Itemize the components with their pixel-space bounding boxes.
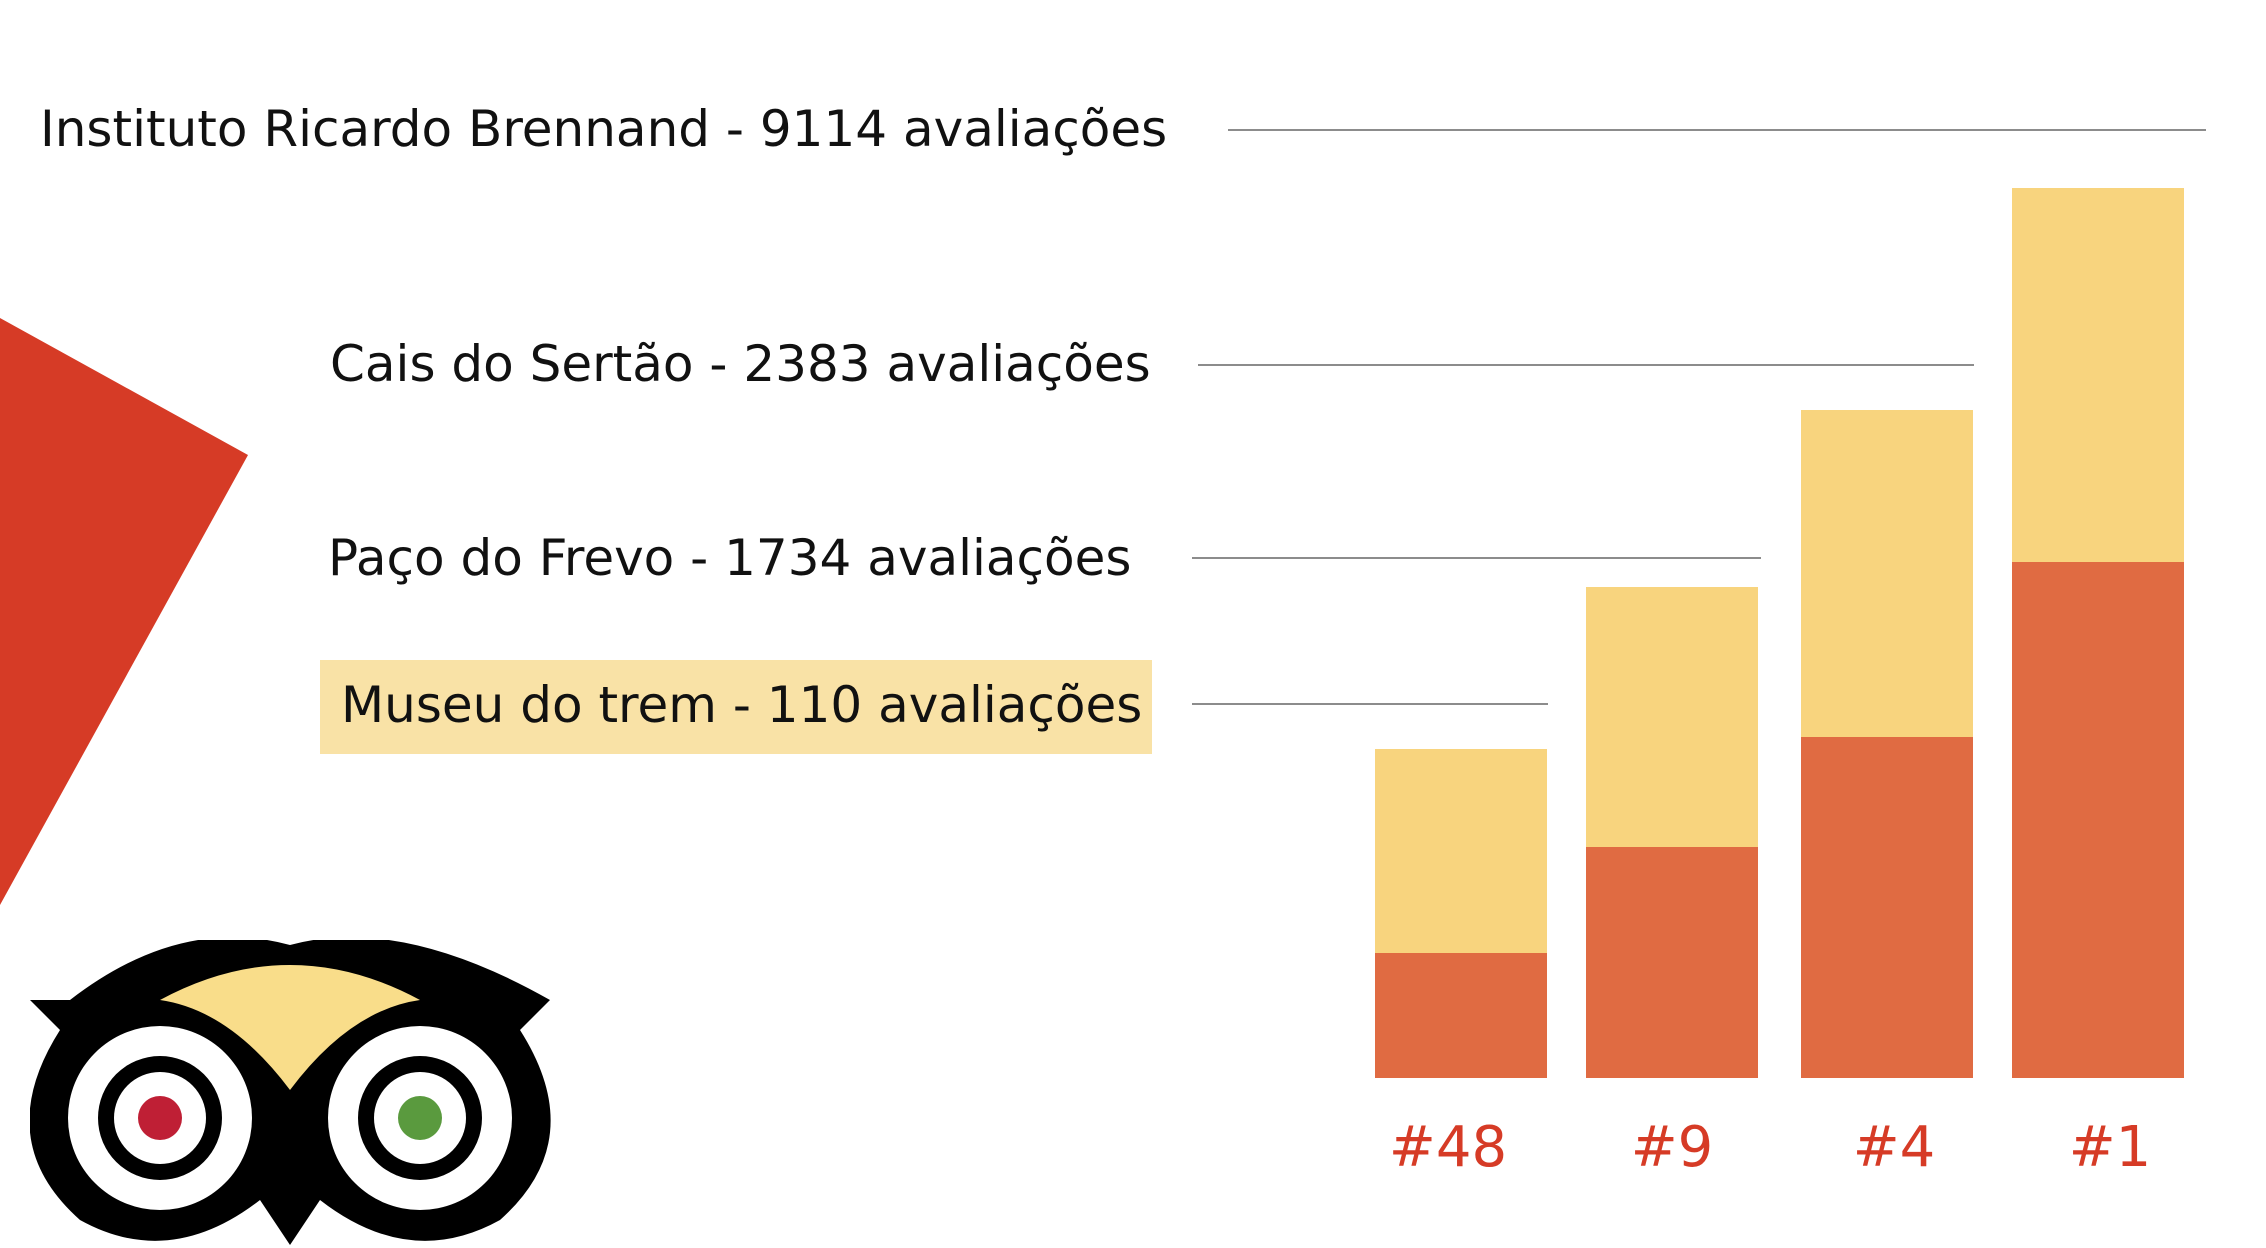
tripadvisor-owl-logo-icon	[30, 940, 551, 1245]
leader-line-museu-do-trem	[1192, 703, 1548, 705]
bar-segment-light	[1375, 749, 1547, 953]
slide: Instituto Ricardo Brennand - 9114 avalia…	[0, 0, 2266, 1248]
rank-label-48: #48	[1388, 1115, 1508, 1180]
bar-segment-dark	[1801, 737, 1973, 1078]
bar-segment-dark	[1375, 953, 1547, 1078]
owl-left-pupil	[138, 1096, 182, 1140]
label-ricardo-brennand: Instituto Ricardo Brennand - 9114 avalia…	[40, 100, 1168, 158]
label-cais-do-sertao: Cais do Sertão - 2383 avaliações	[330, 335, 1151, 393]
owl-right-pupil	[398, 1096, 442, 1140]
bar-segment-dark	[2012, 562, 2184, 1078]
bar-segment-light	[1586, 587, 1758, 847]
bar-rank-4	[1801, 410, 1973, 1078]
rank-label-1: #1	[2068, 1115, 2152, 1180]
bar-segment-light	[2012, 188, 2184, 562]
rank-label-9: #9	[1630, 1115, 1714, 1180]
bar-segment-dark	[1586, 847, 1758, 1078]
bar-rank-48	[1375, 749, 1547, 1078]
rank-label-4: #4	[1852, 1115, 1936, 1180]
label-museu-do-trem: Museu do trem - 110 avaliações	[320, 660, 1153, 754]
red-triangle-shape	[0, 318, 248, 905]
label-paco-do-frevo: Paço do Frevo - 1734 avaliações	[328, 529, 1132, 587]
leader-line-paco-do-frevo	[1192, 557, 1761, 559]
bar-rank-1	[2012, 188, 2184, 1078]
leader-line-ricardo-brennand	[1228, 129, 2206, 131]
bar-rank-9	[1586, 587, 1758, 1078]
leader-line-cais-do-sertao	[1198, 364, 1974, 366]
bar-segment-light	[1801, 410, 1973, 737]
